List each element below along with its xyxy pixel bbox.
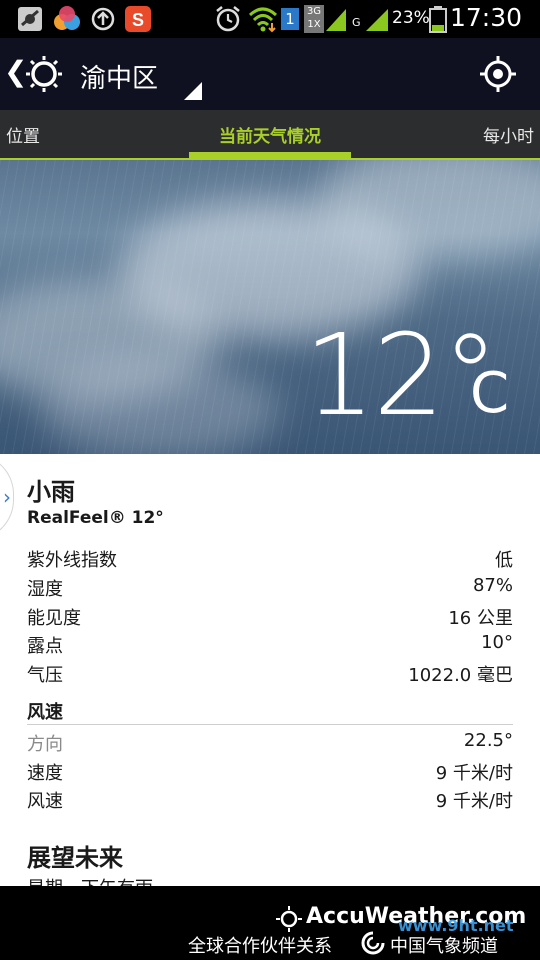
network-type-1x: 1X xyxy=(307,19,321,30)
location-title[interactable]: 渝中区 xyxy=(80,58,158,95)
condition-text: 小雨 xyxy=(27,478,75,506)
network-type-badge: 3G 1X xyxy=(304,5,324,33)
no-sim-notification-icon xyxy=(18,7,42,31)
signal-bars-icon-2 xyxy=(366,9,388,31)
wind-row-gust: 风速 9 千米/时 xyxy=(27,787,513,815)
wind-row-speed: 速度 9 千米/时 xyxy=(27,759,513,787)
side-drawer-handle[interactable]: › xyxy=(0,454,14,540)
wind-value: 9 千米/时 xyxy=(435,763,513,784)
wind-label: 方向 xyxy=(27,734,63,755)
wind-section-header: 风速 xyxy=(27,702,63,723)
detail-value: 16 公里 xyxy=(448,608,513,629)
sun-app-icon[interactable] xyxy=(24,54,64,94)
weather-details-panel: › 小雨 RealFeel® 12° 紫外线指数 低 湿度 87% 能见度 16… xyxy=(0,454,540,886)
tab-location[interactable]: 位置 xyxy=(6,122,40,147)
footer-branding: AccuWeather.com 全球合作伙伴关系 中国气象频道 www.9ht.… xyxy=(0,886,540,960)
signal-bars-icon-1 xyxy=(326,9,346,31)
network-g-label: G xyxy=(352,16,361,29)
temperature-unit: C xyxy=(470,361,510,426)
location-dropdown-indicator[interactable] xyxy=(184,82,202,100)
sogou-app-icon: S xyxy=(125,6,151,32)
network-type-3g: 3G xyxy=(306,6,322,17)
color-circles-app-icon xyxy=(54,6,80,30)
detail-value: 低 xyxy=(495,550,513,571)
detail-value: 10° xyxy=(481,632,513,653)
detail-label: 湿度 xyxy=(27,579,63,600)
detail-value: 1022.0 毫巴 xyxy=(408,665,513,686)
current-temperature: 12° xyxy=(304,311,499,441)
detail-label: 气压 xyxy=(27,665,63,686)
detail-row-pressure: 气压 1022.0 毫巴 xyxy=(27,661,513,689)
wifi-icon xyxy=(248,7,278,33)
cma-brand[interactable]: 中国气象频道 xyxy=(390,932,498,958)
weather-hero-image: 12° C xyxy=(0,160,540,454)
outlook-title: 展望未来 xyxy=(27,844,123,872)
detail-label: 能见度 xyxy=(27,608,81,629)
cma-swirl-icon xyxy=(361,931,385,955)
alarm-clock-icon xyxy=(216,6,240,32)
wind-value: 22.5° xyxy=(463,730,513,751)
detail-row-uv: 紫外线指数 低 xyxy=(27,546,513,574)
detail-row-visibility: 能见度 16 公里 xyxy=(27,604,513,632)
detail-label: 露点 xyxy=(27,636,63,657)
gps-locate-icon[interactable] xyxy=(480,56,516,92)
sync-upload-icon xyxy=(91,7,115,31)
wind-label: 速度 xyxy=(27,763,63,784)
partner-label: 全球合作伙伴关系 xyxy=(188,936,332,957)
tab-current-weather[interactable]: 当前天气情况 xyxy=(219,122,321,147)
wind-value: 9 千米/时 xyxy=(435,791,513,812)
action-bar: ❮ 渝中区 xyxy=(0,38,540,110)
tab-hourly[interactable]: 每小时 xyxy=(483,122,534,147)
detail-label: 紫外线指数 xyxy=(27,550,117,571)
sim-1-badge: 1 xyxy=(281,8,299,30)
wind-label: 风速 xyxy=(27,791,63,812)
tab-bar: 位置 当前天气情况 每小时 xyxy=(0,110,540,160)
detail-value: 87% xyxy=(472,575,513,596)
detail-row-humidity: 湿度 87% xyxy=(27,575,513,603)
realfeel-text: RealFeel® 12° xyxy=(27,508,164,528)
chevron-right-icon: › xyxy=(3,485,11,509)
status-bar: S 1 3G 1X G 23% 17:30 xyxy=(0,0,540,38)
detail-row-dewpoint: 露点 10° xyxy=(27,632,513,660)
battery-icon xyxy=(429,6,447,33)
accuweather-sun-icon xyxy=(276,906,302,932)
wind-row-direction: 方向 22.5° xyxy=(27,730,513,758)
svg-text:S: S xyxy=(132,10,144,30)
battery-percent: 23% xyxy=(392,8,430,28)
status-clock: 17:30 xyxy=(449,3,522,32)
outlook-text: 星期一下午有雨 xyxy=(27,874,153,886)
site-watermark: www.9ht.net xyxy=(398,916,514,935)
section-divider xyxy=(27,724,513,725)
